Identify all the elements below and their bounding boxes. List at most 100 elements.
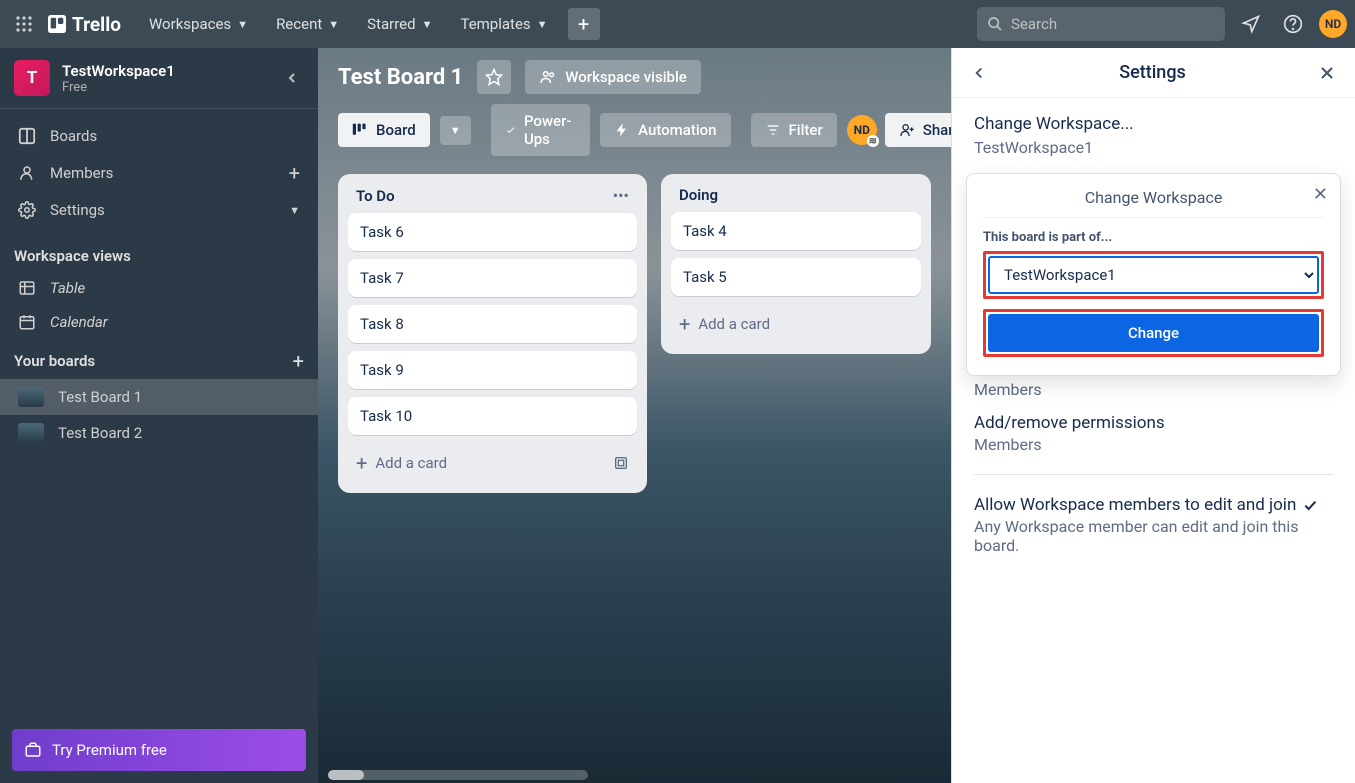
plus-icon: +: [679, 312, 690, 336]
allow-label: Allow Workspace members to edit and join: [974, 495, 1296, 515]
board-title[interactable]: Test Board 1: [338, 65, 463, 90]
add-board-icon[interactable]: +: [293, 349, 304, 373]
card[interactable]: Task 4: [671, 212, 921, 250]
table-icon: [18, 279, 36, 297]
list-title[interactable]: Doing: [679, 186, 913, 204]
allow-edit-join-link[interactable]: Allow Workspace members to edit and join: [974, 495, 1333, 515]
card[interactable]: Task 10: [348, 397, 637, 435]
sidebar-item-settings[interactable]: Settings ▼: [0, 193, 318, 227]
filter-button[interactable]: Filter: [751, 113, 837, 147]
check-icon: [1302, 497, 1318, 513]
sidebar-view-table[interactable]: Table: [0, 271, 318, 305]
panel-close-button[interactable]: [1317, 63, 1337, 83]
addremove-permissions-link[interactable]: Add/remove permissions: [974, 413, 1333, 433]
sidebar-item-label: Calendar: [50, 313, 300, 331]
list-doing: Doing Task 4 Task 5 + Add a card: [661, 174, 931, 354]
search-icon: [987, 16, 1003, 32]
people-icon: [539, 68, 557, 86]
panel-back-button[interactable]: [970, 64, 988, 82]
board-icon: [352, 122, 368, 138]
commenting-permissions-sub: Members: [974, 380, 1333, 399]
popover-title: Change Workspace: [983, 188, 1324, 218]
sidebar-item-label: Members: [50, 164, 275, 182]
topbar: Trello Workspaces▼ Recent▼ Starred▼ Temp…: [0, 0, 1355, 48]
board-header: Test Board 1 Workspace visible: [318, 48, 951, 100]
workspace-header: T TestWorkspace1 Free: [0, 48, 318, 109]
sidebar-board-item[interactable]: Test Board 1: [0, 379, 318, 415]
collapse-sidebar-button[interactable]: [280, 66, 304, 90]
workspace-plan: Free: [62, 80, 268, 95]
card[interactable]: Task 5: [671, 258, 921, 296]
view-label: Board: [376, 121, 416, 139]
add-card-button[interactable]: + Add a card: [348, 443, 637, 483]
help-icon[interactable]: [1277, 8, 1309, 40]
user-avatar[interactable]: ND: [1319, 10, 1347, 38]
change-button-highlight: Change: [983, 309, 1324, 357]
panel-header: Settings: [952, 48, 1355, 98]
calendar-icon: [18, 313, 36, 331]
btn-label: Power-Ups: [524, 112, 576, 148]
notifications-icon[interactable]: [1235, 8, 1267, 40]
your-boards-heading: Your boards +: [0, 339, 318, 379]
board-area: Test Board 1 Workspace visible Board ▼ P…: [318, 48, 951, 783]
boards-icon: [18, 127, 36, 145]
board-thumb-icon: [18, 387, 44, 407]
card[interactable]: Task 7: [348, 259, 637, 297]
board-view-button[interactable]: Board: [338, 113, 430, 147]
template-icon[interactable]: [613, 455, 629, 471]
visibility-label: Workspace visible: [565, 68, 687, 86]
workspace-select[interactable]: TestWorkspace1: [988, 256, 1319, 294]
list-menu-icon[interactable]: •••: [613, 186, 629, 205]
plus-icon: +: [356, 451, 367, 475]
view-switcher-button[interactable]: ▼: [440, 116, 471, 145]
visibility-button[interactable]: Workspace visible: [525, 60, 701, 94]
list-todo: To Do ••• Task 6 Task 7 Task 8 Task 9 Ta…: [338, 174, 647, 493]
sidebar-view-calendar[interactable]: Calendar: [0, 305, 318, 339]
nav-templates[interactable]: Templates▼: [448, 9, 559, 39]
sidebar-board-item[interactable]: Test Board 2: [0, 415, 318, 451]
chevron-down-icon: ▼: [450, 124, 461, 137]
share-button[interactable]: Share: [885, 113, 951, 147]
add-icon[interactable]: +: [289, 161, 300, 185]
nav-menu: Workspaces▼ Recent▼ Starred▼ Templates▼: [137, 9, 560, 39]
separator: [974, 474, 1333, 475]
sidebar-item-boards[interactable]: Boards: [0, 119, 318, 153]
member-avatar[interactable]: ND: [847, 115, 877, 145]
popover-close-button[interactable]: ✕: [1313, 184, 1328, 205]
star-button[interactable]: [477, 60, 511, 94]
sidebar-item-members[interactable]: Members +: [0, 153, 318, 193]
change-workspace-popover: Change Workspace ✕ This board is part of…: [966, 173, 1341, 376]
change-button[interactable]: Change: [988, 314, 1319, 352]
trello-logo[interactable]: Trello: [40, 13, 129, 36]
nav-label: Starred: [367, 15, 415, 33]
try-premium-button[interactable]: Try Premium free: [12, 729, 306, 771]
addremove-permissions-sub: Members: [974, 435, 1333, 454]
horizontal-scrollbar[interactable]: [328, 770, 588, 780]
nav-recent[interactable]: Recent▼: [264, 9, 351, 39]
workspace-tile: T: [14, 60, 50, 96]
card[interactable]: Task 8: [348, 305, 637, 343]
powerups-button[interactable]: Power-Ups: [491, 104, 591, 156]
change-workspace-link[interactable]: Change Workspace...: [974, 114, 1333, 134]
sidebar: T TestWorkspace1 Free Boards Members + S…: [0, 48, 318, 783]
automation-button[interactable]: Automation: [600, 113, 730, 147]
star-icon: [485, 68, 503, 86]
sidebar-item-label: Settings: [50, 201, 275, 219]
create-button[interactable]: +: [568, 8, 600, 40]
search-input[interactable]: [1011, 15, 1215, 33]
heading-text: Your boards: [14, 352, 95, 370]
card[interactable]: Task 6: [348, 213, 637, 251]
nav-workspaces[interactable]: Workspaces▼: [137, 9, 260, 39]
apps-launcher-icon[interactable]: [8, 8, 40, 40]
search-box[interactable]: [977, 7, 1225, 41]
nav-starred[interactable]: Starred▼: [355, 9, 444, 39]
board-toolbar: Board ▼ Power-Ups Automation Filter ND: [318, 100, 951, 168]
sidebar-item-label: Test Board 1: [58, 388, 300, 406]
list-title[interactable]: To Do: [356, 187, 613, 205]
add-card-button[interactable]: + Add a card: [671, 304, 921, 344]
logo-text: Trello: [72, 13, 121, 36]
card[interactable]: Task 9: [348, 351, 637, 389]
workspace-views-heading: Workspace views: [0, 237, 318, 271]
sidebar-item-label: Table: [50, 279, 300, 297]
chevron-down-icon: ▼: [537, 18, 548, 31]
